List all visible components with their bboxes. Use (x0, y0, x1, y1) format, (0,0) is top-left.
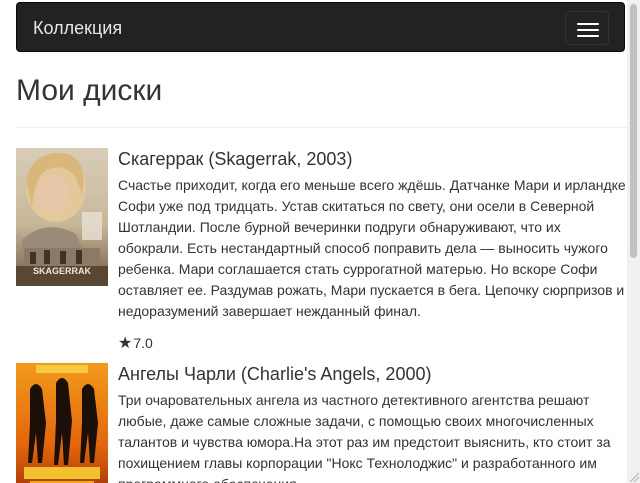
svg-text:SKAGERRAK: SKAGERRAK (33, 266, 92, 276)
page-content: Коллекция Мои диски SKAGERRAK Скагеррак … (0, 0, 627, 483)
movie-poster[interactable]: SKAGERRAK (16, 148, 108, 286)
movie-description: Счастье приходит, когда его меньше всего… (118, 177, 626, 319)
header-divider (16, 127, 627, 128)
scrollbar-thumb[interactable] (630, 4, 637, 258)
star-icon: ★ (118, 335, 133, 352)
movie-title[interactable]: Скагеррак (Skagerrak, 2003) (118, 148, 627, 170)
movie-rating: ★7.0 (118, 333, 627, 354)
vertical-scrollbar[interactable] (627, 0, 640, 483)
movie-description: Три очаровательных ангела из частного де… (118, 392, 611, 483)
navbar: Коллекция (16, 2, 625, 52)
movie-info: Ангелы Чарли (Charlie's Angels, 2000) Тр… (118, 363, 627, 483)
movie-title[interactable]: Ангелы Чарли (Charlie's Angels, 2000) (118, 363, 627, 385)
resize-grip-icon[interactable] (627, 470, 640, 483)
navbar-toggle-button[interactable] (565, 11, 609, 45)
rating-value: 7.0 (133, 335, 153, 351)
browser-viewport: Коллекция Мои диски SKAGERRAK Скагеррак … (0, 0, 640, 483)
navbar-brand[interactable]: Коллекция (33, 17, 122, 39)
movie-info: Скагеррак (Skagerrak, 2003) Счастье прих… (118, 148, 627, 354)
page-title: Мои диски (16, 74, 163, 107)
movie-poster[interactable] (16, 363, 108, 483)
